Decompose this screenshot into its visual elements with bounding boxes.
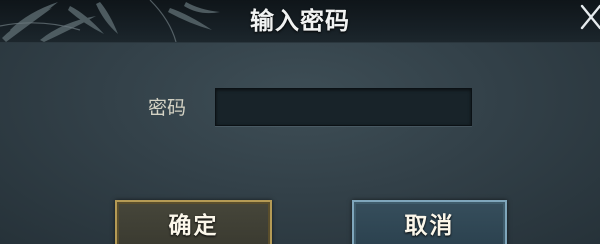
close-icon[interactable] [578,2,600,32]
dialog-title-bar: 输入密码 [0,0,600,43]
password-label: 密码 [148,97,187,119]
cancel-button[interactable]: 取消 [352,200,507,244]
password-dialog: 输入密码 密码 确定 取消 [0,0,600,244]
confirm-button[interactable]: 确定 [115,200,272,244]
password-input[interactable] [215,88,472,126]
dialog-title: 输入密码 [250,7,350,35]
